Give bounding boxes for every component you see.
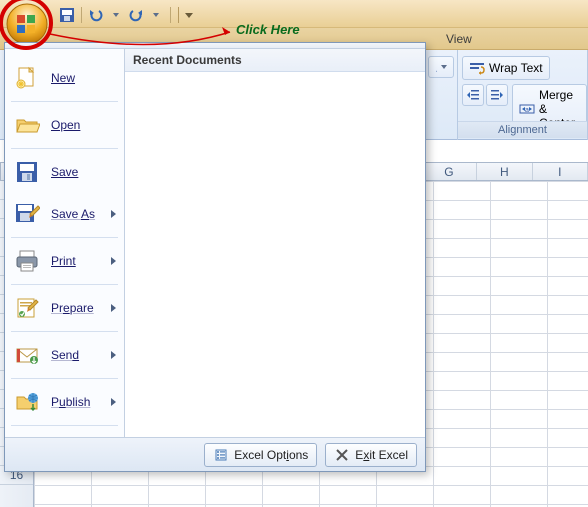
menu-item-label: Print — [51, 254, 76, 268]
decrease-indent-button[interactable] — [462, 84, 484, 106]
menu-item-open[interactable]: Open — [7, 106, 122, 144]
wrap-text-icon — [469, 60, 485, 76]
submenu-arrow-icon — [111, 304, 116, 312]
ribbon-partial-group — [426, 50, 458, 140]
menu-item-save[interactable]: Save — [7, 153, 122, 191]
menu-item-label: Publish — [51, 395, 90, 409]
submenu-arrow-icon — [111, 257, 116, 265]
menu-item-send[interactable]: Send — [7, 336, 122, 374]
menu-item-label: Prepare — [51, 301, 94, 315]
menu-item-prepare[interactable]: Prepare — [7, 289, 122, 327]
tab-view[interactable]: View — [440, 30, 478, 48]
redo-dropdown-icon[interactable] — [147, 6, 165, 24]
separator — [81, 7, 82, 23]
undo-dropdown-icon[interactable] — [107, 6, 125, 24]
excel-options-label: Excel Options — [234, 448, 308, 462]
menu-item-label: Save — [51, 165, 78, 179]
ribbon-group-alignment: Wrap Text a Merge & Center Alignment — [458, 50, 588, 140]
save-icon[interactable] — [58, 6, 76, 24]
merge-center-icon: a — [519, 101, 535, 117]
column-header[interactable]: I — [533, 163, 588, 180]
recent-documents-header: Recent Documents — [125, 49, 425, 72]
menu-separator — [11, 378, 118, 379]
prepare-icon — [13, 295, 41, 321]
menu-item-label: Send — [51, 348, 79, 362]
save-icon — [13, 159, 41, 185]
column-header[interactable]: G — [422, 163, 477, 180]
quick-access-toolbar — [58, 6, 195, 24]
menu-separator — [11, 101, 118, 102]
menu-separator — [11, 425, 118, 426]
send-icon — [13, 342, 41, 368]
menu-separator — [11, 148, 118, 149]
menu-separator — [11, 284, 118, 285]
title-bar — [0, 0, 588, 28]
options-icon — [213, 447, 229, 463]
office-button[interactable] — [6, 3, 48, 45]
group-label-alignment: Alignment — [458, 121, 587, 138]
increase-indent-button[interactable] — [486, 84, 508, 106]
menu-separator — [11, 331, 118, 332]
wrap-text-label: Wrap Text — [489, 61, 543, 75]
menu-item-new[interactable]: New — [7, 59, 122, 97]
submenu-arrow-icon — [111, 210, 116, 218]
submenu-arrow-icon — [111, 398, 116, 406]
menu-item-save-as[interactable]: Save As — [7, 195, 122, 233]
exit-icon — [334, 447, 350, 463]
office-menu-commands: New Open Save Save As — [5, 49, 125, 437]
redo-icon[interactable] — [127, 6, 145, 24]
excel-options-button[interactable]: Excel Options — [204, 443, 317, 467]
save-as-icon — [13, 201, 41, 227]
submenu-arrow-icon — [111, 351, 116, 359]
new-icon — [13, 65, 41, 91]
menu-item-label: Open — [51, 118, 80, 132]
office-menu-footer: Excel Options Exit Excel — [5, 437, 425, 471]
menu-item-close[interactable]: Close — [7, 430, 122, 437]
print-icon — [13, 248, 41, 274]
menu-item-label: New — [51, 71, 75, 85]
office-menu: New Open Save Save As — [4, 42, 426, 472]
wrap-text-button[interactable]: Wrap Text — [462, 56, 550, 80]
menu-item-label: Save As — [51, 207, 95, 221]
menu-item-print[interactable]: Print — [7, 242, 122, 280]
menu-item-publish[interactable]: Publish — [7, 383, 122, 421]
close-icon — [13, 436, 41, 437]
exit-excel-button[interactable]: Exit Excel — [325, 443, 417, 467]
svg-text:a: a — [525, 107, 529, 114]
recent-documents-panel: Recent Documents — [125, 49, 425, 437]
column-header[interactable]: H — [477, 163, 532, 180]
undo-icon[interactable] — [87, 6, 105, 24]
separator — [170, 7, 171, 23]
open-icon — [13, 112, 41, 138]
exit-excel-label: Exit Excel — [355, 448, 408, 462]
customize-qat-icon[interactable] — [176, 6, 195, 24]
orientation-button[interactable] — [428, 56, 454, 78]
menu-separator — [11, 237, 118, 238]
publish-icon — [13, 389, 41, 415]
